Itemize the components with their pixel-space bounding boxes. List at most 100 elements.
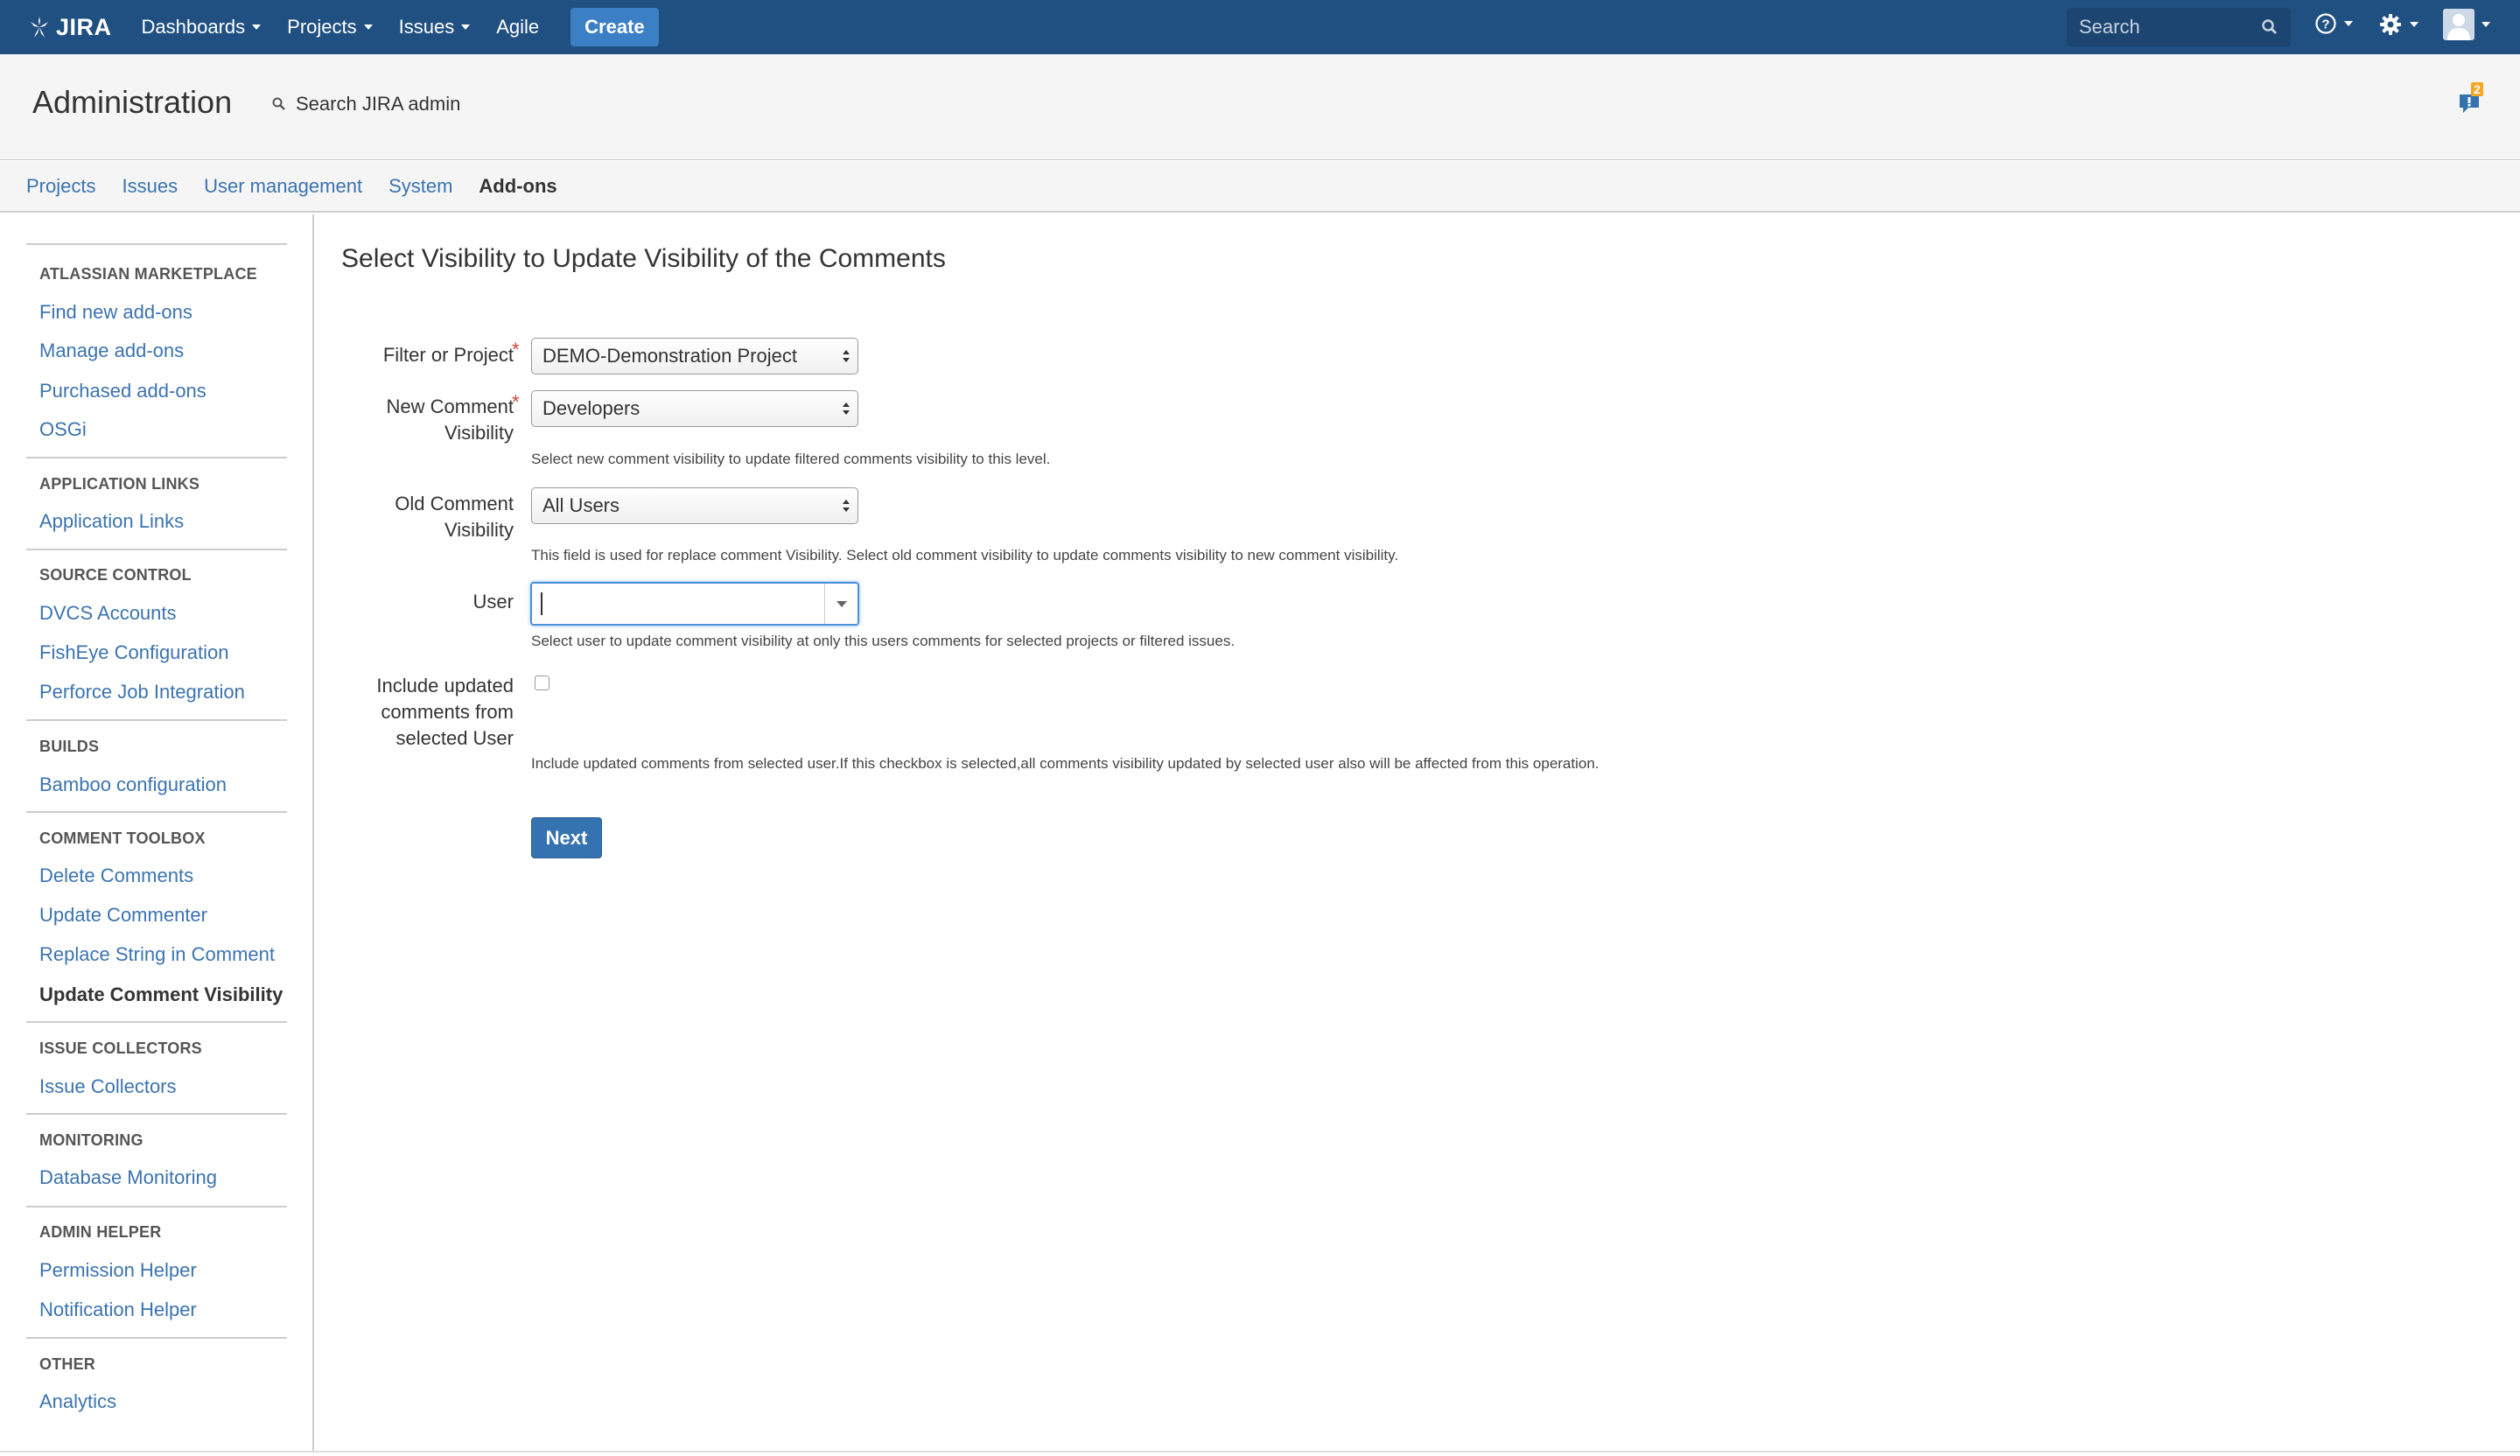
user-picker-input[interactable] bbox=[530, 582, 859, 626]
sidebar-item-permission-helper[interactable]: Permission Helper bbox=[39, 1259, 197, 1282]
chevron-down-icon bbox=[363, 24, 373, 30]
sidebar-item-update-comment-visibility[interactable]: Update Comment Visibility bbox=[39, 984, 283, 1006]
user-profile-menu[interactable] bbox=[2443, 9, 2490, 40]
chevron-down-icon bbox=[2482, 22, 2490, 27]
sidebar-divider bbox=[26, 1021, 287, 1023]
include-updated-checkbox[interactable] bbox=[535, 676, 550, 690]
chevron-down-icon bbox=[461, 24, 471, 30]
sidebar-heading-other: OTHER bbox=[39, 1355, 95, 1373]
select-arrows-icon bbox=[843, 402, 850, 415]
user-picker-dropdown-toggle[interactable] bbox=[824, 584, 858, 624]
admin-search-link[interactable]: Search JIRA admin bbox=[271, 93, 460, 116]
tab-user-management[interactable]: User management bbox=[204, 175, 362, 198]
old-visibility-select[interactable]: All Users bbox=[531, 487, 858, 524]
required-asterisk: * bbox=[512, 339, 520, 360]
top-navigation-bar: JIRA Dashboards Projects Issues Agile Cr… bbox=[0, 0, 2520, 54]
old-visibility-label-line1: Old Comment bbox=[395, 493, 514, 514]
new-visibility-select[interactable]: Developers bbox=[531, 390, 858, 427]
filter-project-label: Filter or Project bbox=[382, 344, 514, 366]
sidebar-heading-admin-helper: ADMIN HELPER bbox=[39, 1223, 162, 1241]
tab-issues[interactable]: Issues bbox=[122, 175, 178, 198]
filter-project-select[interactable]: DEMO-Demonstration Project bbox=[531, 338, 858, 374]
tab-add-ons[interactable]: Add-ons bbox=[479, 175, 556, 198]
quick-search-placeholder: Search bbox=[2079, 16, 2140, 38]
sidebar-item-notification-helper[interactable]: Notification Helper bbox=[39, 1298, 197, 1321]
sidebar-divider bbox=[26, 457, 287, 458]
sidebar-item-osgi[interactable]: OSGi bbox=[39, 418, 87, 441]
search-icon bbox=[2262, 19, 2277, 34]
new-visibility-value: Developers bbox=[542, 397, 640, 419]
old-visibility-hint: This field is used for replace comment V… bbox=[531, 547, 1399, 564]
next-button[interactable]: Next bbox=[531, 817, 602, 858]
sidebar-item-update-commenter[interactable]: Update Commenter bbox=[39, 904, 207, 927]
chevron-down-icon bbox=[252, 24, 262, 30]
avatar bbox=[2443, 9, 2474, 40]
chevron-down-icon bbox=[836, 600, 847, 607]
sidebar-heading-marketplace: ATLASSIAN MARKETPLACE bbox=[39, 265, 257, 283]
new-visibility-label-line1: New Comment bbox=[386, 396, 514, 417]
include-updated-label-line1: Include updated bbox=[376, 675, 514, 696]
jira-logo[interactable]: JIRA bbox=[26, 14, 112, 41]
create-button[interactable]: Create bbox=[570, 8, 659, 46]
help-menu[interactable]: ? bbox=[2314, 12, 2353, 35]
sidebar-item-find-new-add-ons[interactable]: Find new add-ons bbox=[39, 301, 192, 324]
sidebar-divider bbox=[26, 549, 287, 550]
sidebar-item-purchased-add-ons[interactable]: Purchased add-ons bbox=[39, 380, 206, 402]
sidebar-item-bamboo-configuration[interactable]: Bamboo configuration bbox=[39, 774, 227, 796]
select-arrows-icon bbox=[843, 350, 850, 362]
required-asterisk: * bbox=[512, 391, 520, 413]
old-visibility-value: All Users bbox=[542, 494, 620, 516]
nav-issues-menu[interactable]: Issues bbox=[399, 16, 471, 38]
include-updated-label-line2: comments from bbox=[381, 701, 514, 723]
sidebar-divider bbox=[26, 1337, 287, 1339]
sidebar-item-replace-string-in-comment[interactable]: Replace String in Comment bbox=[39, 943, 275, 966]
help-icon: ? bbox=[2315, 13, 2336, 34]
user-hint: Select user to update comment visibility… bbox=[531, 633, 1236, 649]
sidebar-item-perforce-job-integration[interactable]: Perforce Job Integration bbox=[39, 681, 245, 704]
search-icon bbox=[272, 97, 285, 110]
filter-project-value: DEMO-Demonstration Project bbox=[542, 345, 797, 367]
quick-search-input[interactable]: Search bbox=[2067, 8, 2291, 46]
tab-system[interactable]: System bbox=[388, 175, 452, 198]
jira-logo-text: JIRA bbox=[56, 13, 112, 40]
include-updated-label-line3: selected User bbox=[396, 727, 514, 749]
sidebar-heading-builds: BUILDS bbox=[39, 738, 100, 755]
sidebar-divider bbox=[26, 811, 287, 813]
text-cursor bbox=[541, 592, 542, 615]
settings-menu[interactable] bbox=[2378, 12, 2418, 37]
nav-agile-label: Agile bbox=[496, 16, 540, 38]
sidebar-item-dvcs-accounts[interactable]: DVCS Accounts bbox=[39, 602, 177, 625]
nav-agile-menu[interactable]: Agile bbox=[496, 16, 539, 38]
sidebar-item-delete-comments[interactable]: Delete Comments bbox=[39, 864, 193, 887]
nav-dashboards-menu[interactable]: Dashboards bbox=[142, 16, 262, 38]
notification-count-badge: 2 bbox=[2471, 82, 2483, 96]
nav-projects-menu[interactable]: Projects bbox=[287, 16, 373, 38]
select-arrows-icon bbox=[843, 500, 850, 512]
admin-header: Administration Search JIRA admin 2 bbox=[0, 54, 2520, 160]
old-visibility-label-line2: Visibility bbox=[444, 519, 514, 541]
admin-tabs: Projects Issues User management System A… bbox=[0, 161, 2520, 213]
notifications-button[interactable]: 2 bbox=[2457, 82, 2492, 121]
tab-projects[interactable]: Projects bbox=[26, 175, 95, 198]
sidebar-heading-comment-toolbox: COMMENT TOOLBOX bbox=[39, 830, 206, 847]
footer-divider bbox=[0, 1451, 2520, 1452]
main-content: Select Visibility to Update Visibility o… bbox=[316, 214, 2520, 1452]
sidebar-item-analytics[interactable]: Analytics bbox=[39, 1390, 116, 1413]
form-title: Select Visibility to Update Visibility o… bbox=[341, 244, 946, 273]
new-visibility-label-line2: Visibility bbox=[444, 422, 514, 444]
new-visibility-hint: Select new comment visibility to update … bbox=[531, 451, 1051, 467]
old-visibility-label: Old Comment Visibility bbox=[395, 491, 514, 543]
sidebar-item-fisheye-configuration[interactable]: FishEye Configuration bbox=[39, 641, 228, 664]
sidebar-divider bbox=[26, 1113, 287, 1115]
sidebar-item-manage-add-ons[interactable]: Manage add-ons bbox=[39, 340, 184, 362]
sidebar-divider bbox=[26, 719, 287, 721]
sidebar-heading-source-control: SOURCE CONTROL bbox=[39, 566, 192, 584]
admin-sidebar: ATLASSIAN MARKETPLACE Find new add-ons M… bbox=[0, 214, 314, 1452]
sidebar-item-database-monitoring[interactable]: Database Monitoring bbox=[39, 1166, 217, 1189]
sidebar-divider bbox=[26, 243, 287, 245]
gear-icon bbox=[2380, 14, 2401, 35]
sidebar-item-application-links[interactable]: Application Links bbox=[39, 510, 184, 533]
include-updated-hint: Include updated comments from selected u… bbox=[531, 755, 1600, 772]
svg-text:?: ? bbox=[2321, 18, 2329, 32]
sidebar-item-issue-collectors[interactable]: Issue Collectors bbox=[39, 1075, 177, 1098]
